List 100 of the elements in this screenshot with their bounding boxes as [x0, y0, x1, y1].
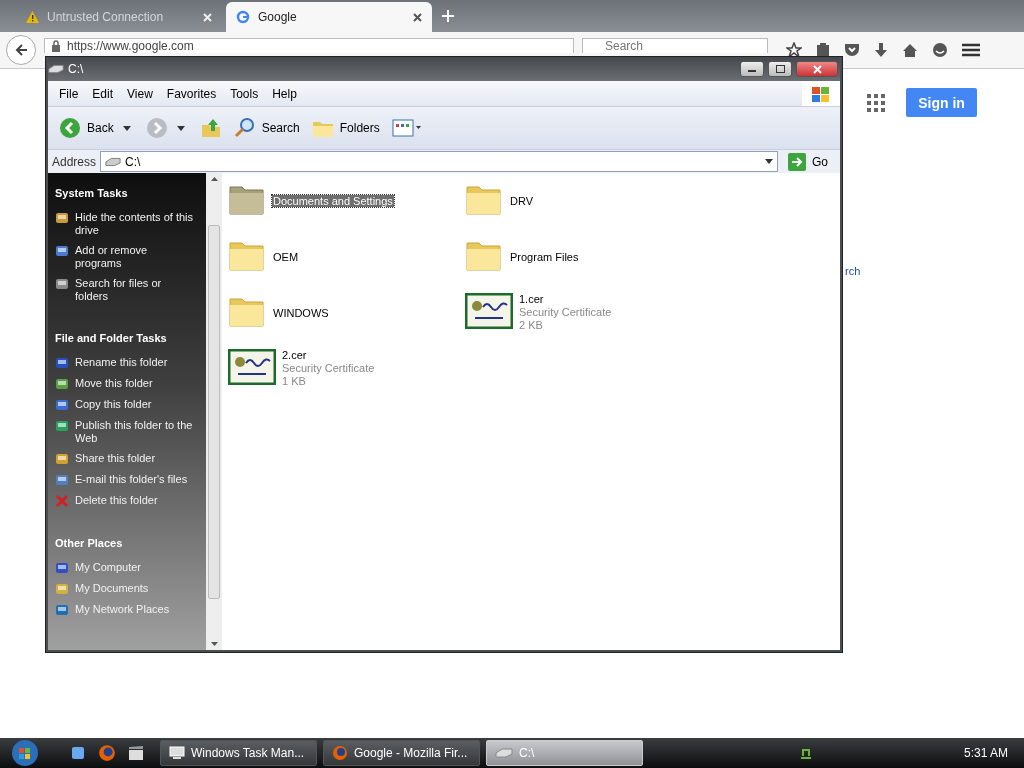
menu-item[interactable]: File — [52, 86, 86, 101]
folder-item[interactable]: Documents and Settings — [228, 181, 465, 237]
maximize-icon — [775, 65, 785, 73]
task-link[interactable]: Delete this folder — [55, 494, 206, 508]
pocket-icon[interactable] — [844, 43, 860, 57]
clapperboard-icon[interactable] — [128, 745, 144, 761]
folder-name: DRV — [509, 195, 535, 207]
task-link[interactable]: Search for files or folders — [55, 277, 206, 303]
scroll-up-icon[interactable] — [210, 177, 218, 181]
start-button[interactable] — [10, 739, 40, 767]
task-icon — [55, 582, 69, 596]
task-link[interactable]: Copy this folder — [55, 398, 206, 412]
dropdown-icon[interactable] — [122, 125, 131, 131]
close-icon[interactable] — [413, 12, 422, 22]
new-tab-icon[interactable] — [442, 10, 454, 22]
desktop-icon[interactable] — [70, 745, 86, 761]
task-icon — [55, 244, 69, 258]
certificate-icon — [228, 349, 276, 385]
section-title: System Tasks — [55, 187, 129, 199]
search-field[interactable]: Search — [582, 38, 768, 53]
task-link[interactable]: E-mail this folder's files — [55, 473, 206, 487]
file-name: 2.cer — [282, 349, 308, 362]
scrollbar[interactable] — [206, 173, 222, 650]
up-icon — [199, 117, 222, 139]
back-icon — [59, 117, 81, 139]
section-title: File and Folder Tasks — [55, 332, 168, 344]
browser-tab[interactable]: Google — [226, 2, 432, 32]
task-icon — [55, 211, 69, 225]
menu-item[interactable]: Help — [265, 86, 304, 101]
file-size: 1 KB — [282, 375, 307, 388]
file-type: Security Certificate — [282, 362, 375, 375]
drive-icon — [495, 748, 513, 758]
task-icon — [55, 277, 69, 291]
task-link[interactable]: Add or remove programs — [55, 244, 206, 270]
menu-item[interactable]: Edit — [85, 86, 121, 101]
download-icon[interactable] — [874, 42, 888, 58]
search-icon — [233, 117, 256, 139]
task-icon — [55, 398, 69, 412]
task-link[interactable]: Share this folder — [55, 452, 206, 466]
window-title: C:\ — [68, 62, 85, 76]
drive-icon — [48, 64, 64, 74]
folder-name: OEM — [272, 251, 300, 263]
delete-icon — [55, 494, 69, 508]
section-title: Other Places — [55, 537, 124, 549]
menu-item[interactable]: Favorites — [159, 86, 224, 101]
task-link[interactable]: Rename this folder — [55, 356, 206, 370]
close-icon — [812, 64, 822, 74]
taskbar-button[interactable]: Google - Mozilla Fir... — [323, 740, 480, 766]
clock[interactable]: 5:31 AM — [963, 746, 1008, 760]
network-icon[interactable] — [799, 746, 814, 760]
taskbar-button[interactable]: Windows Task Man... — [160, 740, 317, 766]
task-icon — [55, 377, 69, 391]
task-icon — [55, 356, 69, 370]
menu-item[interactable]: View — [120, 86, 160, 101]
task-icon — [55, 473, 69, 487]
task-icon — [55, 452, 69, 466]
folder-item[interactable]: Program Files — [465, 237, 702, 293]
folder-item[interactable]: OEM — [228, 237, 465, 293]
address-label: Address — [52, 154, 97, 169]
drive-icon — [105, 156, 122, 167]
file-item[interactable]: 2.cer Security Certificate 1 KB — [228, 349, 465, 405]
firefox-icon[interactable] — [98, 744, 116, 762]
task-link[interactable]: Move this folder — [55, 377, 206, 391]
task-icon — [55, 603, 69, 617]
url-field[interactable]: https://www.google.com — [44, 38, 574, 53]
dropdown-icon[interactable] — [176, 125, 185, 131]
apps-grid-icon[interactable] — [867, 94, 885, 112]
close-button[interactable] — [796, 61, 838, 77]
maximize-button[interactable] — [768, 61, 792, 77]
star-icon[interactable] — [786, 42, 802, 58]
views-icon — [391, 118, 422, 138]
address-field[interactable]: C:\ — [100, 151, 778, 172]
google-g-icon — [236, 10, 250, 24]
task-link[interactable]: Publish this folder to the Web — [55, 419, 206, 445]
lock-icon — [51, 40, 61, 52]
page-link[interactable]: rch — [845, 265, 861, 277]
warning-icon — [26, 11, 39, 23]
dropdown-icon[interactable] — [765, 159, 773, 164]
smiley-icon[interactable] — [932, 42, 948, 58]
windows-flag-icon — [802, 81, 840, 106]
clipboard-icon[interactable] — [816, 42, 830, 58]
file-name: 1.cer — [519, 293, 545, 306]
menu-item[interactable]: Tools — [223, 86, 266, 101]
home-icon[interactable] — [902, 42, 918, 58]
folder-name: Documents and Settings — [272, 195, 394, 207]
task-link[interactable]: Hide the contents of this drive — [55, 211, 206, 237]
scroll-down-icon[interactable] — [210, 642, 218, 646]
back-button[interactable]: Back — [56, 115, 117, 141]
back-button[interactable] — [6, 35, 36, 65]
folder-item[interactable]: WINDOWS — [228, 293, 465, 349]
menu-icon[interactable] — [962, 43, 980, 57]
task-link[interactable]: My Computer — [55, 561, 206, 575]
monitor-icon — [169, 746, 185, 760]
file-item[interactable]: 1.cer Security Certificate 2 KB — [465, 293, 702, 349]
search-button[interactable]: Search — [230, 115, 303, 141]
folders-button[interactable]: Folders — [308, 116, 383, 140]
minimize-button[interactable] — [740, 61, 764, 77]
go-button[interactable]: Go — [782, 152, 836, 171]
folder-item[interactable]: DRV — [465, 181, 702, 237]
forward-icon — [145, 117, 168, 139]
